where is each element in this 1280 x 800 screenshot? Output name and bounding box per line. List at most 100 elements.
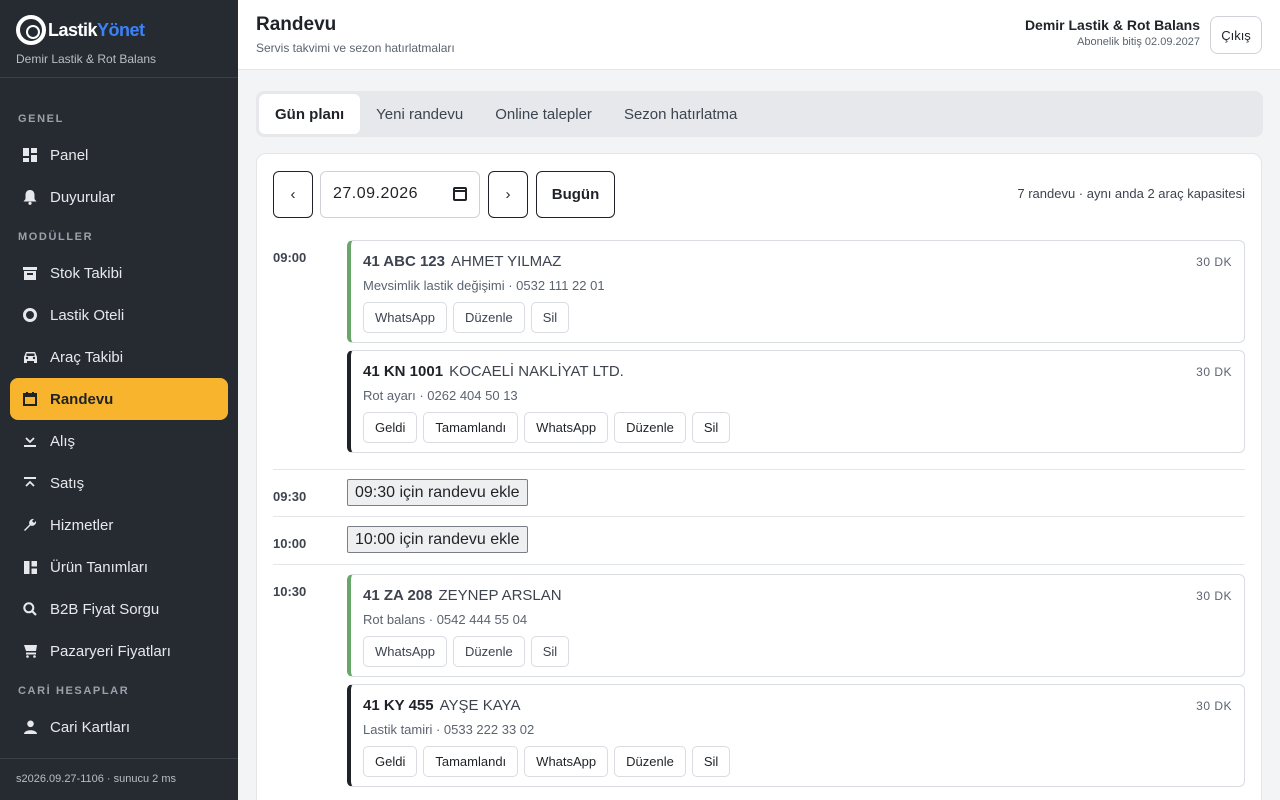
add-appointment-button[interactable]: 09:30 için randevu ekle [347, 479, 528, 506]
tire-icon [22, 307, 38, 323]
edit-button[interactable]: Düzenle [452, 636, 525, 667]
plate-number: 41 KN 1001 [363, 363, 444, 380]
tab-bar: Gün planı Yeni randevu Online talepler S… [256, 91, 1263, 137]
tire-logo-icon [16, 15, 46, 45]
appointment-actions: Geldi Tamamlandı WhatsApp Düzenle Sil [363, 746, 736, 777]
subscription-end: Abonelik bitiş 02.09.2027 [1077, 36, 1200, 48]
warehouse-icon [22, 265, 38, 281]
page-subtitle: Servis takvimi ve sezon hatırlatmaları [256, 41, 455, 55]
account-info: Demir Lastik & Rot Balans Abonelik bitiş… [1025, 17, 1200, 48]
bell-icon [22, 189, 38, 205]
appointment-detail: Rot balans · 0542 444 55 04 [363, 612, 528, 627]
edit-button[interactable]: Düzenle [614, 412, 686, 443]
whatsapp-button[interactable]: WhatsApp [363, 636, 447, 667]
sidebar: LastikYönet Demir Lastik & Rot Balans GE… [0, 0, 238, 800]
tab-online-talepler[interactable]: Online talepler [479, 94, 608, 134]
tab-sezon-hatirlatma[interactable]: Sezon hatırlatma [608, 94, 753, 134]
sidebar-item-hizmetler[interactable]: Hizmetler [10, 504, 228, 546]
plate-number: 41 KY 455 [363, 697, 434, 714]
completed-button[interactable]: Tamamlandı [423, 412, 519, 443]
car-icon [22, 349, 38, 365]
plate-number: 41 ZA 208 [363, 587, 433, 604]
date-value: 27.09.2026 [333, 185, 419, 202]
sidebar-item-urun-tanimlari[interactable]: Ürün Tanımları [10, 546, 228, 588]
nav-section-title: CARİ HESAPLAR [18, 685, 130, 697]
sidebar-item-label: Lastik Oteli [50, 306, 125, 324]
edit-button[interactable]: Düzenle [452, 302, 525, 333]
sidebar-item-label: Duyurular [50, 188, 116, 206]
appointment-card[interactable]: 41 ZA 208 ZEYNEP ARSLAN 30 DK Rot balans … [347, 574, 1245, 677]
sidebar-item-alis[interactable]: Alış [10, 420, 228, 462]
sidebar-item-randevu[interactable]: Randevu [10, 378, 228, 420]
edit-button[interactable]: Düzenle [614, 746, 686, 777]
brand: LastikYönet Demir Lastik & Rot Balans [0, 0, 238, 78]
next-day-button[interactable]: › [488, 170, 528, 218]
calendar-icon[interactable] [453, 187, 467, 201]
date-input[interactable]: 27.09.2026 [320, 170, 480, 218]
customer-name: AYŞE KAYA [439, 697, 521, 714]
appointment-card[interactable]: 41 KN 1001 KOCAELİ NAKLİYAT LTD. 30 DK Ro… [347, 350, 1245, 453]
time-slot-label: 09:30 [273, 489, 307, 504]
sidebar-item-panel[interactable]: Panel [10, 134, 228, 176]
sidebar-item-lastik-oteli[interactable]: Lastik Oteli [10, 294, 228, 336]
sidebar-item-duyurular[interactable]: Duyurular [10, 176, 228, 218]
today-button[interactable]: Bugün [536, 170, 615, 218]
nav-section-title: GENEL [18, 113, 64, 125]
logout-button[interactable]: Çıkış [1210, 16, 1262, 54]
time-slot-label: 10:30 [273, 584, 307, 599]
tab-gun-plani[interactable]: Gün planı [259, 94, 361, 134]
slot-divider [273, 469, 1245, 470]
slot-divider [273, 516, 1245, 517]
delete-button[interactable]: Sil [691, 412, 731, 443]
capacity-summary: 7 randevu · aynı anda 2 araç kapasitesi [1017, 186, 1245, 201]
sidebar-item-arac-takibi[interactable]: Araç Takibi [10, 336, 228, 378]
appointment-header: 41 KY 455 AYŞE KAYA [363, 697, 521, 714]
delete-button[interactable]: Sil [530, 636, 570, 667]
appointment-card[interactable]: 41 ABC 123 AHMET YILMAZ 30 DK Mevsimlik l… [347, 240, 1245, 343]
page-title: Randevu [256, 14, 337, 35]
appointment-card[interactable]: 41 KY 455 AYŞE KAYA 30 DK Lastik tamiri ·… [347, 684, 1245, 787]
appointment-header: 41 ZA 208 ZEYNEP ARSLAN [363, 587, 562, 604]
day-plan-card: ‹ 27.09.2026 › Bugün 7 randevu · aynı an… [256, 153, 1262, 800]
sidebar-item-pazaryeri-fiyatlari[interactable]: Pazaryeri Fiyatları [10, 630, 228, 672]
sidebar-item-stok-takibi[interactable]: Stok Takibi [10, 252, 228, 294]
sidebar-nav: GENEL Panel Duyurular MODÜLLER Stok Taki… [0, 78, 238, 748]
sidebar-item-label: Randevu [50, 390, 114, 408]
completed-button[interactable]: Tamamlandı [423, 746, 519, 777]
version-footer: s2026.09.27-1106 · sunucu 2 ms [0, 758, 238, 800]
prev-day-button[interactable]: ‹ [273, 170, 313, 218]
tab-yeni-randevu[interactable]: Yeni randevu [360, 94, 479, 134]
plate-number: 41 ABC 123 [363, 253, 445, 270]
delete-button[interactable]: Sil [530, 302, 570, 333]
time-slot-label: 10:00 [273, 536, 307, 551]
whatsapp-button[interactable]: WhatsApp [363, 302, 447, 333]
customer-name: AHMET YILMAZ [451, 253, 562, 270]
logo[interactable]: LastikYönet [16, 14, 222, 46]
nav-section-title: MODÜLLER [18, 231, 94, 243]
appointment-actions: Geldi Tamamlandı WhatsApp Düzenle Sil [363, 412, 736, 443]
brand-subtitle: Demir Lastik & Rot Balans [16, 52, 157, 66]
sidebar-item-cari-kartlari[interactable]: Cari Kartları [10, 706, 228, 748]
arrived-button[interactable]: Geldi [363, 412, 418, 443]
slot-divider [273, 564, 1245, 565]
time-slot-label: 09:00 [273, 250, 307, 265]
appointment-detail: Rot ayarı · 0262 404 50 13 [363, 388, 518, 403]
logo-text: LastikYönet [48, 19, 145, 40]
appointment-actions: WhatsApp Düzenle Sil [363, 302, 575, 333]
add-appointment-button[interactable]: 10:00 için randevu ekle [347, 526, 528, 553]
page-header: Randevu Servis takvimi ve sezon hatırlat… [238, 0, 1280, 70]
whatsapp-button[interactable]: WhatsApp [524, 412, 609, 443]
sidebar-item-satis[interactable]: Satış [10, 462, 228, 504]
sidebar-item-b2b-fiyat-sorgu[interactable]: B2B Fiyat Sorgu [10, 588, 228, 630]
whatsapp-button[interactable]: WhatsApp [524, 746, 609, 777]
sidebar-item-label: Ürün Tanımları [50, 558, 149, 576]
sidebar-item-label: B2B Fiyat Sorgu [50, 600, 160, 618]
arrived-button[interactable]: Geldi [363, 746, 418, 777]
delete-button[interactable]: Sil [691, 746, 731, 777]
duration-badge: 30 DK [1196, 699, 1232, 713]
sidebar-item-label: Satış [50, 474, 85, 492]
sidebar-item-label: Cari Kartları [50, 718, 131, 736]
appointment-header: 41 KN 1001 KOCAELİ NAKLİYAT LTD. [363, 363, 624, 380]
customer-name: ZEYNEP ARSLAN [438, 587, 562, 604]
duration-badge: 30 DK [1196, 589, 1232, 603]
